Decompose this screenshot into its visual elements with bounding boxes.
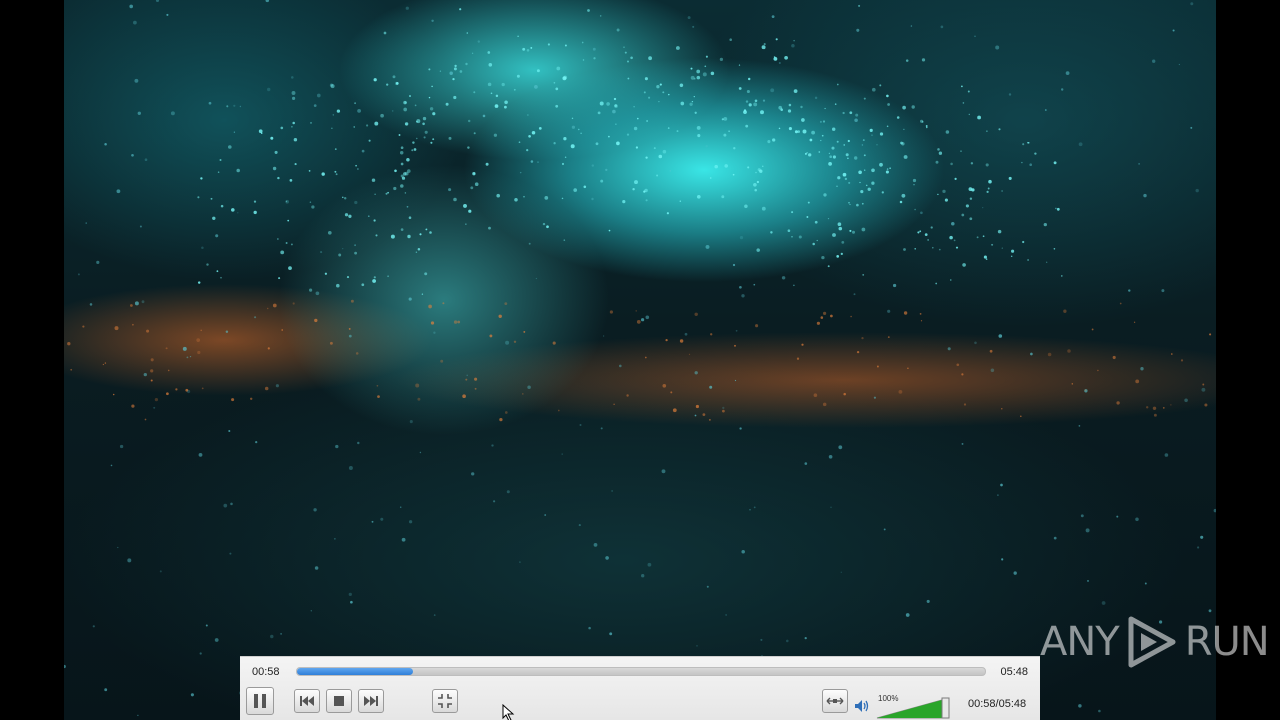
- speaker-icon[interactable]: [854, 699, 870, 713]
- watermark-text-run: RUN: [1184, 619, 1270, 665]
- fullscreen-controls-panel: 00:58 05:48 100% 00:58/05:48: [240, 656, 1040, 720]
- fullscreen-icon: [438, 694, 452, 708]
- seek-bar[interactable]: [296, 667, 986, 676]
- time-display: 00:58/05:48: [968, 698, 1027, 710]
- volume-slider-thumb[interactable]: [941, 697, 950, 719]
- previous-button[interactable]: [294, 689, 320, 713]
- pause-icon: [254, 694, 266, 708]
- screen: ANY RUN 00:58 05:48 100% 00:58/05:48: [0, 0, 1280, 720]
- anyrun-watermark: ANY RUN: [1040, 612, 1270, 672]
- extended-settings-button[interactable]: [822, 689, 848, 713]
- elapsed-time: 00:58: [252, 666, 280, 678]
- watermark-text-any: ANY: [1040, 619, 1120, 665]
- stop-button[interactable]: [326, 689, 352, 713]
- next-button[interactable]: [358, 689, 384, 713]
- previous-icon: [300, 696, 314, 706]
- fullscreen-toggle-button[interactable]: [432, 689, 458, 713]
- pause-button[interactable]: [246, 687, 274, 715]
- stop-icon: [334, 696, 344, 706]
- extended-settings-icon: [826, 697, 844, 705]
- mouse-cursor-icon: [502, 704, 515, 720]
- watermark-play-logo-icon: [1128, 616, 1176, 668]
- next-icon: [364, 696, 378, 706]
- volume-slider[interactable]: [876, 697, 950, 719]
- total-time: 05:48: [1000, 666, 1028, 678]
- seek-bar-progress: [297, 668, 413, 675]
